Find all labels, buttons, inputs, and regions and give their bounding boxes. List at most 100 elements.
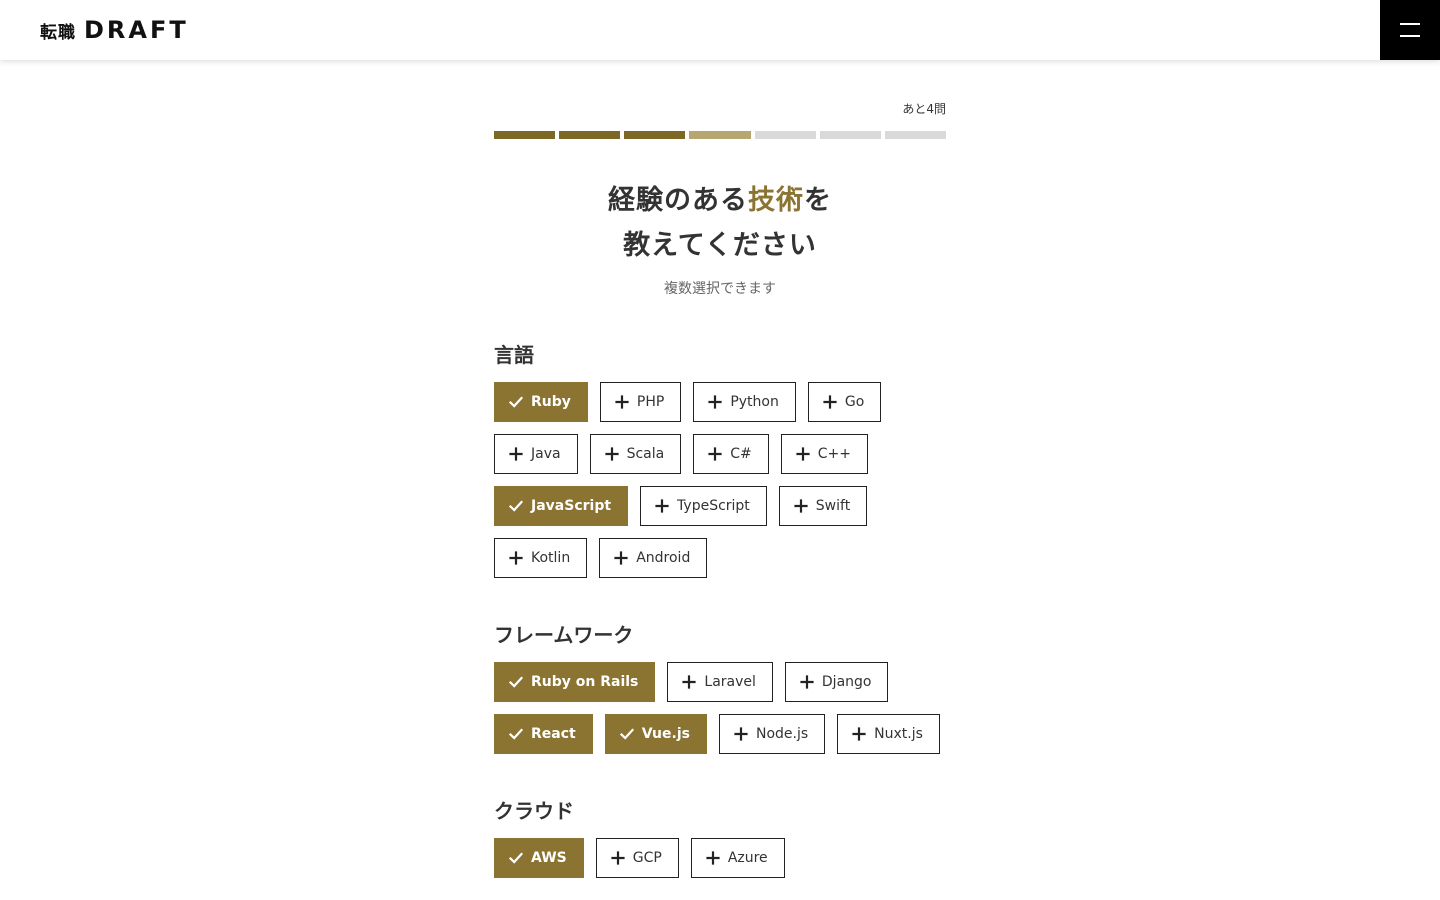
plus-icon xyxy=(734,727,748,741)
hamburger-icon-bottom-bar xyxy=(1400,35,1420,37)
question-title: 経験のある技術を 教えてください xyxy=(494,178,946,268)
plus-icon xyxy=(682,675,696,689)
tech-option-chip[interactable]: Android xyxy=(599,538,708,578)
tech-option-chip[interactable]: C++ xyxy=(780,434,868,474)
remaining-questions: あと4問 xyxy=(902,102,946,116)
chip-label: Node.js xyxy=(755,726,809,742)
section-title: 言語 xyxy=(494,343,534,367)
tech-option-chip[interactable]: AWS xyxy=(494,838,584,878)
progress-segment xyxy=(689,131,751,139)
chip-label: Go xyxy=(844,394,865,410)
chip-row: AWS GCP Azure xyxy=(494,838,946,878)
chip-row: Ruby on Rails Laravel Django xyxy=(494,662,946,702)
tech-option-chip[interactable]: Laravel xyxy=(667,662,773,702)
logo-jp-text: 転職 xyxy=(40,22,76,43)
title-line2: 教えてください xyxy=(623,230,817,261)
chip-label: Python xyxy=(730,394,779,410)
tech-option-chip[interactable]: Ruby xyxy=(494,382,588,422)
chip-label: C++ xyxy=(817,446,851,462)
chip-label: Ruby xyxy=(531,394,571,410)
check-icon xyxy=(509,676,523,688)
tech-option-chip[interactable]: Kotlin xyxy=(494,538,588,578)
menu-button[interactable] xyxy=(1380,0,1440,60)
chip-label: Vue.js xyxy=(641,726,690,742)
section-title: フレームワーク xyxy=(494,623,634,647)
chip-list: Ruby PHP Python Go Java Scala C# C++ JavaScript T… xyxy=(494,382,946,578)
tech-option-chip[interactable]: Node.js xyxy=(718,714,826,754)
chip-label: Ruby on Rails xyxy=(531,674,639,690)
chip-row: Java Scala C# C++ xyxy=(494,434,946,474)
section-title: クラウド xyxy=(494,799,574,823)
tech-option-chip[interactable]: Python xyxy=(693,382,796,422)
tech-option-chip[interactable]: Go xyxy=(807,382,882,422)
chip-label: Android xyxy=(636,550,691,566)
chip-label: Nuxt.js xyxy=(874,726,923,742)
progress-segment xyxy=(624,131,686,139)
logo-en-text: DRAFT xyxy=(84,16,189,44)
chip-row: Kotlin Android xyxy=(494,538,946,578)
tech-option-chip[interactable]: React xyxy=(494,714,593,754)
progress-segment xyxy=(559,131,621,139)
check-icon xyxy=(509,396,523,408)
chip-label: Scala xyxy=(626,446,665,462)
logo[interactable]: 転職 DRAFT xyxy=(40,14,189,46)
tech-option-chip[interactable]: Django xyxy=(784,662,889,702)
progress-bar xyxy=(494,131,946,139)
site-header: 転職 DRAFT xyxy=(0,0,1440,60)
tech-option-chip[interactable]: Scala xyxy=(589,434,682,474)
progress-segment xyxy=(819,131,881,139)
check-icon xyxy=(509,500,523,512)
plus-icon xyxy=(604,447,619,461)
tech-option-chip[interactable]: GCP xyxy=(595,838,679,878)
plus-icon xyxy=(509,551,523,565)
chip-list: Ruby on Rails Laravel Django React Vue.js Nod… xyxy=(494,662,946,754)
tech-option-chip[interactable]: Nuxt.js xyxy=(837,714,940,754)
question-subtitle: 複数選択できます xyxy=(664,281,776,297)
plus-icon xyxy=(706,851,720,865)
title-text: 経験のある xyxy=(608,185,748,216)
title-accent-text: 技術 xyxy=(748,185,804,216)
plus-icon xyxy=(655,499,669,513)
chip-row: React Vue.js Node.js Nuxt.js xyxy=(494,714,946,754)
check-icon xyxy=(619,728,634,740)
check-icon xyxy=(509,728,523,740)
progress-segment xyxy=(494,131,556,139)
chip-label: GCP xyxy=(632,850,662,866)
tech-option-chip[interactable]: TypeScript xyxy=(640,486,767,526)
section-cloud: クラウド AWS GCP Azure xyxy=(494,796,946,878)
section-languages: 言語 Ruby PHP Python Go Java Scala C# C++ JavaScri… xyxy=(494,340,946,578)
progress-segment xyxy=(754,131,816,139)
chip-label: AWS xyxy=(531,850,567,866)
chip-label: Django xyxy=(821,674,872,690)
tech-option-chip[interactable]: C# xyxy=(693,434,769,474)
chip-label: C# xyxy=(730,446,752,462)
plus-icon xyxy=(615,395,629,409)
plus-icon xyxy=(852,727,866,741)
chip-label: JavaScript xyxy=(531,498,612,514)
tech-option-chip[interactable]: Swift xyxy=(778,486,868,526)
tech-option-chip[interactable]: PHP xyxy=(599,382,682,422)
plus-icon xyxy=(794,499,808,513)
tech-option-chip[interactable]: JavaScript xyxy=(494,486,629,526)
plus-icon xyxy=(800,675,814,689)
chip-list: AWS GCP Azure xyxy=(494,838,946,878)
chip-label: React xyxy=(531,726,576,742)
chip-label: TypeScript xyxy=(677,498,750,514)
plus-icon xyxy=(509,447,523,461)
plus-icon xyxy=(823,395,837,409)
tech-option-chip[interactable]: Ruby on Rails xyxy=(494,662,656,702)
chip-label: Swift xyxy=(815,498,851,514)
progress-segment xyxy=(884,131,946,139)
plus-icon xyxy=(708,395,722,409)
plus-icon xyxy=(796,447,810,461)
tech-option-chip[interactable]: Vue.js xyxy=(604,714,707,754)
title-text: を xyxy=(804,185,832,216)
tech-option-chip[interactable]: Java xyxy=(494,434,578,474)
tech-option-chip[interactable]: Azure xyxy=(690,838,785,878)
plus-icon xyxy=(708,447,722,461)
chip-label: Java xyxy=(531,446,561,462)
hamburger-icon xyxy=(1400,23,1420,25)
chip-label: Azure xyxy=(727,850,768,866)
chip-label: PHP xyxy=(636,394,665,410)
section-frameworks: フレームワーク Ruby on Rails Laravel Django React V… xyxy=(494,620,946,754)
